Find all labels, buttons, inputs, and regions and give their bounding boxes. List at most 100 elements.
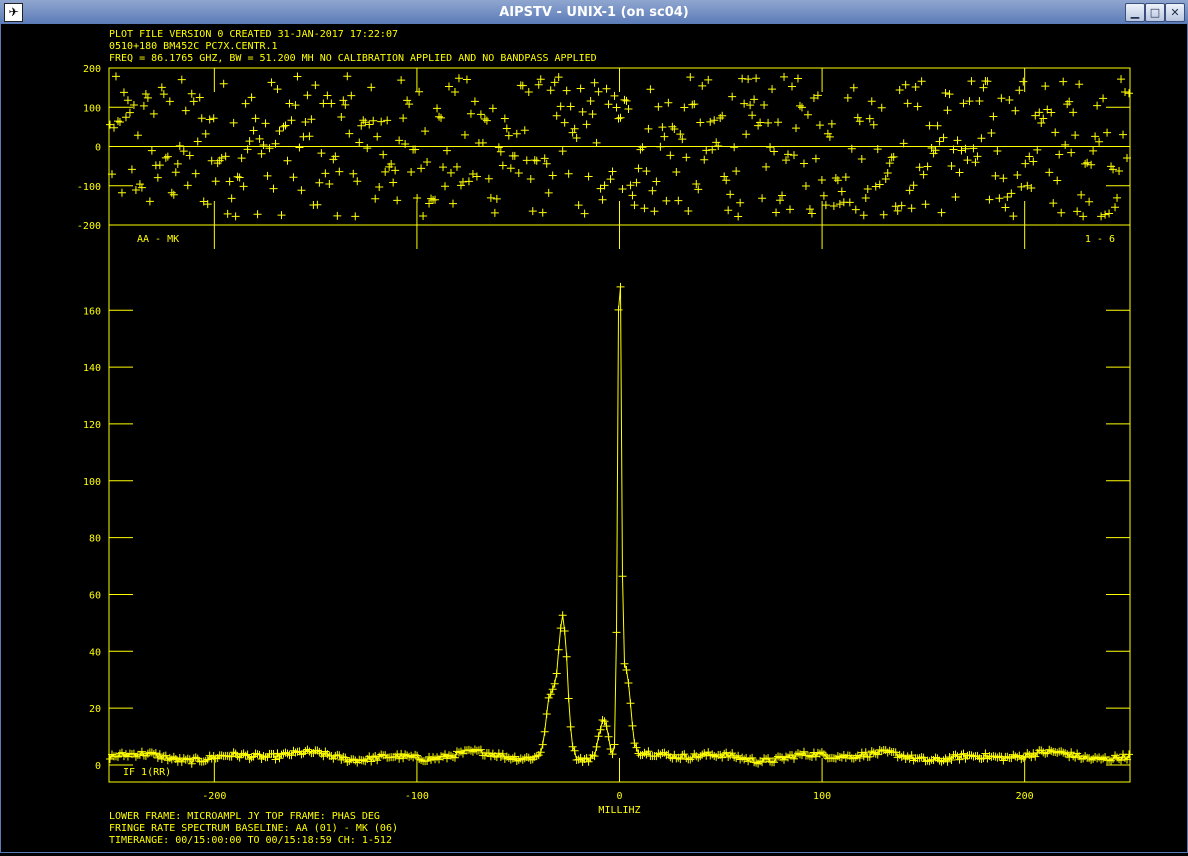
phase-point <box>548 171 557 180</box>
phase-point <box>1075 80 1084 89</box>
phase-point <box>494 143 503 152</box>
phase-point <box>189 97 198 106</box>
phase-point <box>740 99 749 108</box>
phase-point <box>153 173 162 182</box>
header-line-2: 0510+180 BM452C PC7X.CENTR.1 <box>109 41 278 52</box>
phase-point <box>239 182 248 191</box>
phase-point <box>115 118 124 127</box>
phase-point <box>205 115 214 124</box>
phase-point <box>197 114 206 123</box>
phase-point <box>135 180 144 189</box>
phase-point <box>492 194 501 203</box>
amplitude-line <box>109 286 1130 766</box>
phase-point <box>935 137 944 146</box>
phase-point <box>435 112 444 121</box>
top-ytick-label: -200 <box>77 221 101 232</box>
phase-point <box>1085 197 1094 206</box>
phase-point <box>395 136 404 145</box>
phase-point <box>652 177 661 186</box>
phase-point <box>1077 190 1086 199</box>
phase-point <box>807 209 816 218</box>
phase-point <box>791 124 800 133</box>
phase-point <box>1101 210 1110 219</box>
phase-point <box>1013 170 1022 179</box>
maximize-icon[interactable]: □ <box>1145 3 1165 22</box>
minimize-icon[interactable]: ▁ <box>1125 3 1145 22</box>
phase-point <box>614 114 623 123</box>
phase-point <box>488 104 497 113</box>
phase-point <box>1103 128 1112 137</box>
phase-point <box>466 109 475 118</box>
phase-point <box>955 168 964 177</box>
phase-point <box>427 194 436 203</box>
phase-point <box>1039 114 1048 123</box>
phase-point <box>1053 176 1062 185</box>
phase-point <box>815 121 824 130</box>
phase-point <box>742 130 751 139</box>
phase-point <box>1073 207 1082 216</box>
phase-point <box>227 194 236 203</box>
phase-point <box>458 177 467 186</box>
phase-point <box>901 80 910 89</box>
phase-point <box>267 78 276 87</box>
phase-point <box>347 91 356 100</box>
amplitude-point <box>552 669 561 678</box>
phase-point <box>343 72 352 81</box>
amplitude-point <box>634 749 643 758</box>
phase-point <box>383 116 392 125</box>
phase-point <box>953 136 962 145</box>
phase-point <box>608 167 617 176</box>
footer-line-1: LOWER FRAME: MICROAMPL JY TOP FRAME: PHA… <box>109 811 380 822</box>
phase-point <box>123 96 132 105</box>
phase-point <box>945 90 954 99</box>
amplitude-series <box>105 282 1133 768</box>
xtick-label: -100 <box>405 791 429 802</box>
phase-point <box>867 97 876 106</box>
phase-point <box>1067 148 1076 157</box>
phase-point <box>564 169 573 178</box>
phase-point <box>676 130 685 139</box>
phase-point <box>462 75 471 84</box>
phase-point <box>710 116 719 125</box>
amplitude-point <box>656 750 665 759</box>
phase-point <box>760 100 769 109</box>
bottom-ytick-label: 80 <box>89 534 101 545</box>
phase-point <box>305 132 314 141</box>
phase-point <box>957 146 966 155</box>
amplitude-point <box>969 752 978 761</box>
phase-point <box>389 178 398 187</box>
phase-point <box>542 159 551 168</box>
phase-point <box>668 122 677 131</box>
phase-point <box>437 113 446 122</box>
phase-point <box>171 168 180 177</box>
aips-icon[interactable]: ✈ <box>4 3 23 22</box>
phase-point <box>351 212 360 221</box>
amplitude-point <box>305 747 314 756</box>
phase-point <box>656 142 665 151</box>
phase-point <box>923 162 932 171</box>
phase-point <box>183 181 192 190</box>
phase-point <box>1119 130 1128 139</box>
phase-point <box>293 72 302 81</box>
phase-point <box>891 202 900 211</box>
window-titlebar[interactable]: ✈ AIPSTV - UNIX-1 (on sc04) ▁ □ ✕ <box>0 0 1188 25</box>
phase-point <box>433 104 442 113</box>
phase-point <box>538 208 547 217</box>
phase-point <box>927 144 936 153</box>
phase-point <box>883 169 892 177</box>
footer-line-2: FRINGE RATE SPECTRUM BASELINE: AA (01) -… <box>109 823 398 834</box>
phase-point <box>993 147 1002 156</box>
phase-point <box>353 177 362 186</box>
phase-point <box>441 182 450 191</box>
amplitude-point <box>616 282 625 291</box>
phase-point <box>979 83 988 92</box>
close-icon[interactable]: ✕ <box>1165 3 1185 22</box>
amplitude-point <box>620 659 629 668</box>
phase-point <box>175 141 184 150</box>
phase-point <box>558 147 567 156</box>
phase-point <box>235 173 244 182</box>
phase-point <box>319 99 328 108</box>
phase-point <box>139 101 148 110</box>
amplitude-point <box>458 749 467 758</box>
phase-point <box>618 185 627 194</box>
